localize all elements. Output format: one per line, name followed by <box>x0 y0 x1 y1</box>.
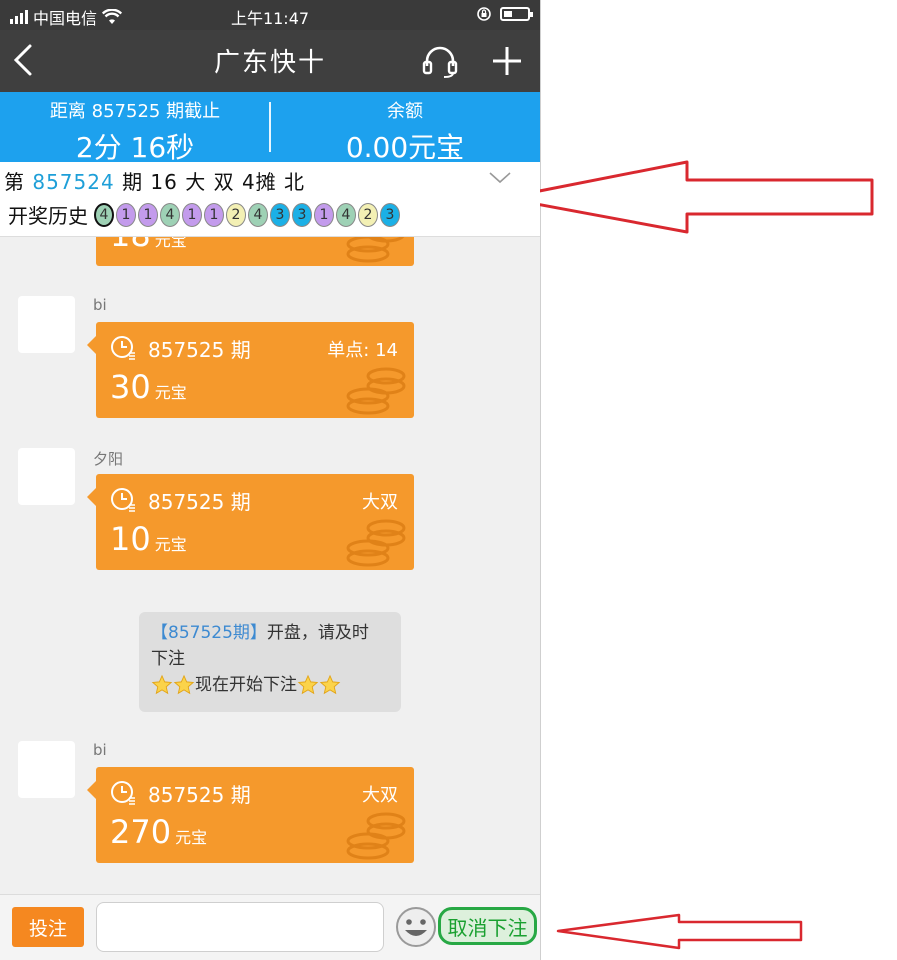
bet-amount: 270 元宝 <box>110 813 207 851</box>
status-right <box>476 6 533 22</box>
coins-icon <box>346 812 406 860</box>
bottom-input-bar: 投注 取消下注 <box>0 894 540 960</box>
star-icon <box>319 674 341 695</box>
bet-amount-value: 18 <box>110 236 151 254</box>
message-username: bi <box>93 741 107 759</box>
history-ball: 2 <box>226 202 246 227</box>
last-draw-period: 857524 <box>32 170 115 194</box>
last-draw-result: 期 16 大 双 4摊 北 <box>122 170 306 194</box>
message-username: bi <box>93 296 107 314</box>
system-text: 开盘，请及时 <box>266 623 369 643</box>
message-input[interactable] <box>96 902 384 952</box>
nav-bar: 广东快十 <box>0 30 540 92</box>
system-period: 【857525期】 <box>151 623 267 643</box>
coins-icon <box>346 236 406 263</box>
clock-icon <box>111 488 135 512</box>
headset-icon[interactable] <box>420 44 460 78</box>
info-bar: 距离 857525 期截止 2分 16秒 余额 0.00元宝 <box>0 92 540 164</box>
last-draw-line: 第 857524 期 16 大 双 4摊 北 <box>4 166 305 195</box>
orientation-lock-icon <box>477 7 491 21</box>
system-message-line2: 下注 <box>151 649 185 669</box>
history-ball: 4 <box>248 202 268 227</box>
history-ball: 4 <box>160 202 180 227</box>
countdown-label: 距离 857525 期截止 <box>49 101 221 122</box>
history-ball: 1 <box>116 202 136 227</box>
history-ball: 1 <box>314 202 334 227</box>
bet-amount: 10 元宝 <box>110 520 187 558</box>
bet-button[interactable]: 投注 <box>12 907 84 947</box>
cancel-bet-button[interactable]: 取消下注 <box>438 907 537 945</box>
bet-bubble[interactable]: 857525 期 单点: 14 30 元宝 <box>87 322 414 418</box>
balance-panel: 余额 0.00元宝 <box>270 92 540 164</box>
coins-icon <box>346 519 406 567</box>
star-icon <box>173 674 195 695</box>
emoji-icon[interactable] <box>394 905 438 949</box>
bet-bubble[interactable]: 18元宝 <box>96 236 414 266</box>
plus-icon[interactable] <box>490 44 524 78</box>
bet-amount-unit: 元宝 <box>154 383 187 402</box>
message-username: 夕阳 <box>93 450 124 468</box>
status-time: 上午11:47 <box>230 9 310 28</box>
chevron-down-icon[interactable] <box>488 170 512 186</box>
history-ball: 3 <box>380 202 400 227</box>
chat-area[interactable]: 18元宝 bi 857525 期 单点: 14 30元宝 夕阳 857525 期… <box>0 236 540 894</box>
star-icon <box>151 674 173 695</box>
clock-icon <box>111 781 135 805</box>
bet-period: 857525 期 <box>148 490 251 514</box>
system-text: 现在开始下注 <box>195 675 297 695</box>
history-ball: 1 <box>138 202 158 227</box>
countdown-value: 2分 16秒 <box>75 131 195 164</box>
avatar[interactable] <box>18 741 75 798</box>
avatar[interactable] <box>18 448 75 505</box>
bet-period: 857525 期 <box>148 783 251 807</box>
avatar[interactable] <box>18 296 75 353</box>
bet-amount-unit: 元宝 <box>154 236 187 250</box>
phone-screen: 中国电信 上午11:47 广东快十 距离 857525 期截止 2分 16秒 余… <box>0 0 541 960</box>
bet-amount: 30 元宝 <box>110 368 187 406</box>
history-ball: 1 <box>204 202 224 227</box>
system-message: 【857525期】开盘，请及时 下注 现在开始下注 <box>139 612 401 712</box>
history-ball: 4 <box>94 202 114 227</box>
history-ball: 1 <box>182 202 202 227</box>
history-label: 开奖历史 <box>8 204 88 228</box>
bet-amount-value: 30 <box>110 368 151 406</box>
history-ball: 3 <box>292 202 312 227</box>
bet-amount-unit: 元宝 <box>154 535 187 554</box>
star-icon <box>297 674 319 695</box>
history-balls: 4 1 1 4 1 1 2 4 3 3 1 4 2 3 <box>94 202 402 227</box>
clock-icon <box>111 336 135 360</box>
bet-period: 857525 期 <box>148 338 251 362</box>
annotation-arrow-bottom <box>556 913 803 950</box>
bet-bubble[interactable]: 857525 期 大双 10 元宝 <box>87 474 414 570</box>
bet-amount-value: 270 <box>110 813 172 851</box>
history-ball: 3 <box>270 202 290 227</box>
bet-bubble[interactable]: 857525 期 大双 270 元宝 <box>87 767 414 863</box>
status-bar: 中国电信 上午11:47 <box>0 0 540 30</box>
draw-history: 开奖历史 4 1 1 4 1 1 2 4 3 3 1 4 2 3 <box>8 200 402 229</box>
balance-label: 余额 <box>387 101 423 122</box>
system-message-line1: 【857525期】开盘，请及时 <box>151 620 389 646</box>
annotation-arrow-top <box>502 160 874 234</box>
bet-amount: 18元宝 <box>110 236 187 254</box>
battery-icon <box>500 7 533 21</box>
coins-icon <box>346 367 406 415</box>
countdown-panel: 距离 857525 期截止 2分 16秒 <box>0 92 270 164</box>
history-ball: 2 <box>358 202 378 227</box>
last-draw-prefix: 第 <box>4 170 25 194</box>
history-ball: 4 <box>336 202 356 227</box>
bet-amount-unit: 元宝 <box>175 828 208 847</box>
system-message-line3: 现在开始下注 <box>151 672 389 698</box>
bet-amount-value: 10 <box>110 520 151 558</box>
